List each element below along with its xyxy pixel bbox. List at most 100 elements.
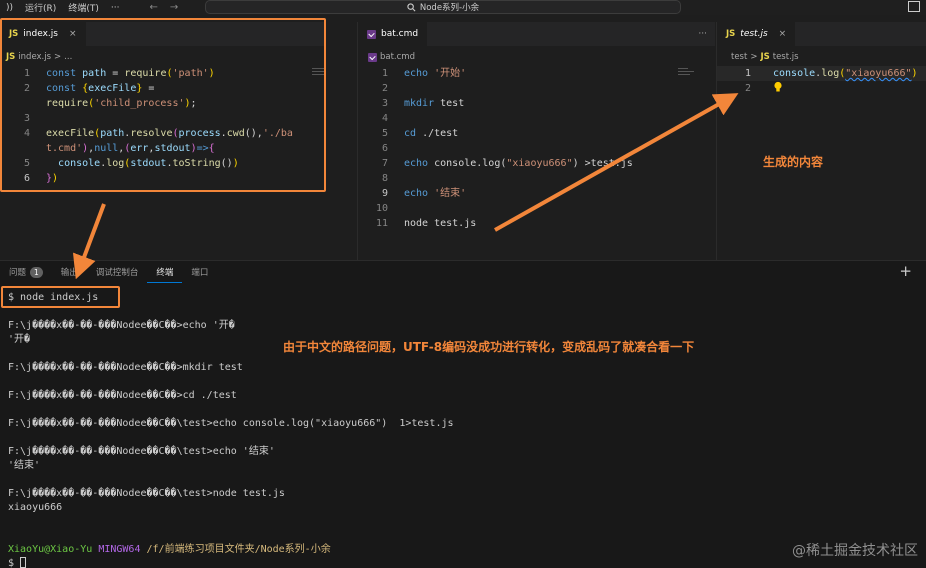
line-number: 4 — [23, 128, 30, 139]
editor-group-right: JS test.js × test > JS test.js 1 console.… — [716, 22, 926, 260]
code-line: 11 node test.js — [358, 216, 715, 231]
annotation-generated: 生成的内容 — [763, 155, 824, 169]
code-editor[interactable]: 1 console.log("xiaoyu666") 2 — [717, 66, 926, 96]
watermark: @稀土掘金技术社区 — [792, 543, 918, 559]
terminal-line: F:\j����x��-��-���Nodee��C��\test>echo c… — [8, 418, 454, 429]
terminal-file-icon — [368, 52, 377, 62]
breadcrumb: bat.cmd — [368, 50, 415, 64]
code-editor[interactable]: 1 echo '开始' 2 3 mkdir test 4 5 cd ./test 6 … — [358, 66, 715, 231]
close-icon[interactable]: × — [69, 29, 77, 39]
tab-debug-console[interactable]: 调试控制台 — [87, 261, 148, 283]
add-terminal-icon[interactable]: + — [899, 262, 912, 280]
terminal-line: F:\j����x��-��-���Nodee��C��\test>node t… — [8, 488, 285, 499]
terminal-input-line[interactable]: $ — [8, 557, 918, 568]
editor-tabbar: bat.cmd ··· — [358, 22, 715, 46]
terminal-line: F:\j����x��-��-���Nodee��C��>mkdir test — [8, 362, 243, 373]
lightbulb-icon[interactable] — [773, 81, 783, 93]
tab-test-js[interactable]: JS test.js × — [717, 22, 797, 46]
line-number: 7 — [381, 158, 388, 169]
tab-label: index.js — [23, 29, 58, 39]
code-line: 6}) — [0, 171, 325, 186]
breadcrumb-file[interactable]: bat.cmd — [380, 52, 415, 62]
menu-item-run[interactable]: 运行(R) — [19, 1, 62, 14]
code-editor[interactable]: 1 const path = require('path') 2 const {ex… — [0, 66, 325, 186]
terminal-file-icon — [367, 29, 376, 39]
line-number: 1 — [381, 68, 388, 79]
prompt-user: XiaoYu@Xiao-Yu — [8, 544, 93, 555]
code-line: 1 console.log("xiaoyu666") — [717, 66, 926, 81]
terminal-output[interactable]: $ node index.js F:\j����x��-��-���Nodee�… — [8, 291, 918, 568]
javascript-file-icon: JS — [726, 29, 736, 39]
prompt-host: MINGW64 — [98, 544, 141, 555]
javascript-file-icon: JS — [6, 52, 16, 62]
line-number: 5 — [381, 128, 388, 139]
breadcrumb-more[interactable]: ... — [64, 52, 72, 62]
code-line: 2 const {execFile} = — [0, 81, 325, 96]
code-line: 8 — [358, 171, 715, 186]
line-number: 4 — [381, 113, 388, 124]
line-number: 3 — [23, 113, 30, 124]
code-line: 6 — [358, 141, 715, 156]
line-number — [0, 96, 30, 111]
minimap[interactable] — [312, 66, 325, 106]
line-number: 2 — [23, 83, 30, 94]
forward-arrow-icon[interactable]: → — [164, 2, 184, 13]
menu-item-view[interactable]: )) — [0, 3, 19, 13]
javascript-file-icon: JS — [9, 29, 19, 39]
layout-icon[interactable] — [908, 1, 920, 12]
breadcrumb: JS index.js > ... — [6, 50, 72, 64]
code-line: 2 — [717, 81, 926, 96]
search-text: Node系列-小余 — [419, 3, 480, 13]
bottom-panel: 问题 1 输出 调试控制台 终端 端口 + $ node index.js F:… — [0, 260, 926, 568]
line-number: 6 — [381, 143, 388, 154]
terminal-line: F:\j����x��-��-���Nodee��C��>echo '开� — [8, 320, 235, 331]
back-arrow-icon[interactable]: ← — [143, 2, 163, 13]
tab-index-js[interactable]: JS index.js × — [0, 22, 87, 46]
line-number: 10 — [375, 203, 388, 214]
terminal-line: xiaoyu666 — [8, 502, 63, 513]
breadcrumb-file[interactable]: test.js — [773, 52, 799, 62]
tab-terminal[interactable]: 终端 — [147, 261, 183, 283]
tab-problems[interactable]: 问题 1 — [0, 261, 52, 283]
line-number: 8 — [381, 173, 388, 184]
editor-group-middle: bat.cmd ··· bat.cmd 1 echo '开始' 2 3 mkdir … — [357, 22, 715, 260]
breadcrumb: test > JS test.js — [731, 50, 799, 64]
tab-label: 终端 — [156, 267, 174, 278]
tab-label: 端口 — [191, 268, 209, 278]
line-number: 5 — [23, 158, 30, 169]
minimap[interactable] — [678, 66, 702, 106]
more-menu-icon[interactable]: ··· — [105, 3, 126, 13]
editor-group-left: JS index.js × JS index.js > ... 1 const p… — [0, 22, 325, 260]
close-icon[interactable]: × — [779, 29, 787, 39]
terminal-command: $ node index.js — [8, 292, 99, 303]
code-line: require('child_process'); — [0, 96, 325, 111]
code-line: 9 echo '结束' — [358, 186, 715, 201]
code-line: 10 — [358, 201, 715, 216]
tab-bat-cmd[interactable]: bat.cmd — [358, 22, 429, 46]
line-number: 1 — [23, 68, 30, 79]
code-line: 4 — [358, 111, 715, 126]
more-actions-icon[interactable]: ··· — [698, 29, 707, 39]
tab-output[interactable]: 输出 — [52, 261, 87, 283]
menu-item-terminal[interactable]: 终端(T) — [62, 1, 105, 14]
tab-label: 调试控制台 — [95, 268, 139, 278]
breadcrumb-folder[interactable]: test — [731, 52, 747, 62]
code-line: 1 echo '开始' — [358, 66, 715, 81]
breadcrumb-file[interactable]: index.js — [18, 52, 51, 62]
command-center-search[interactable]: Node系列-小余 — [205, 0, 681, 14]
code-line: 4 execFile(path.resolve(process.cwd(),'./… — [0, 126, 325, 141]
annotation-encoding: 由于中文的路径问题，UTF-8编码没成功进行转化，变成乱码了就凑合看一下 — [283, 340, 695, 354]
terminal-cursor — [20, 557, 27, 568]
tab-ports[interactable]: 端口 — [182, 261, 217, 283]
editor-tabbar: JS test.js × — [717, 22, 926, 46]
code-line: 5 console.log(stdout.toString()) — [0, 156, 325, 171]
tab-label: bat.cmd — [381, 29, 419, 39]
line-number: 3 — [381, 98, 388, 109]
code-line: 5 cd ./test — [358, 126, 715, 141]
